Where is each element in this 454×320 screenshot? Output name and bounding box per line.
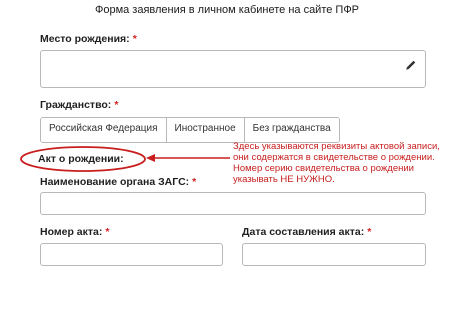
annotation-arrow-head [146,154,155,162]
highlight-ellipse [20,146,146,172]
annotation-overlay [20,146,230,172]
